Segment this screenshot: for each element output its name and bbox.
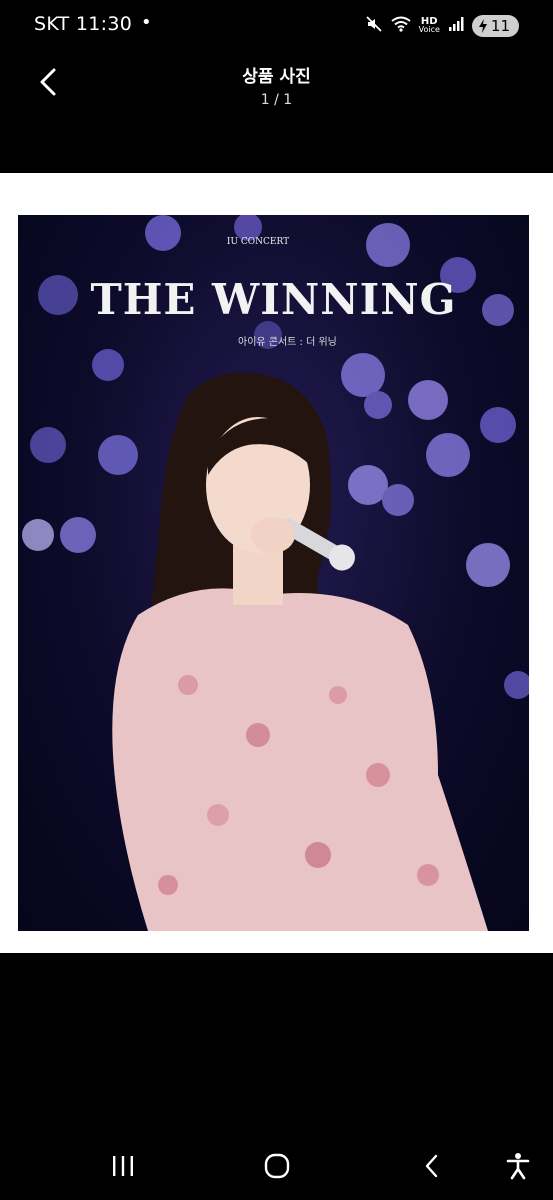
recent-apps-button[interactable] [103, 1148, 143, 1184]
mute-icon [365, 15, 383, 37]
poster-top-text: IU CONCERT [226, 237, 290, 247]
nav-back-icon [425, 1154, 438, 1178]
wifi-icon [390, 16, 411, 36]
header: 상품 사진 1 / 1 [0, 52, 553, 172]
carrier-time: SKT 11:30 [34, 13, 133, 35]
poster-title: THE WINNING [90, 275, 457, 324]
image-counter: 1 / 1 [260, 92, 293, 108]
home-icon [264, 1153, 290, 1179]
poster-subtitle: 아이유 콘서트 : 더 위닝 [238, 337, 337, 348]
image-viewer: IU CONCERT THE WINNING 아이유 콘서트 : 더 위닝 [0, 173, 553, 953]
battery-level: 11 [490, 17, 510, 35]
product-photo[interactable]: IU CONCERT THE WINNING 아이유 콘서트 : 더 위닝 [18, 215, 529, 931]
home-button[interactable] [257, 1148, 297, 1184]
accessibility-button[interactable] [498, 1148, 538, 1184]
charging-icon [478, 19, 487, 33]
system-nav-bar [0, 1130, 553, 1200]
notification-dot: • [141, 12, 152, 33]
hd-voice-icon: HD Voice [418, 16, 440, 34]
back-nav-button[interactable] [412, 1148, 452, 1184]
battery-indicator: 11 [471, 15, 519, 37]
accessibility-icon [506, 1153, 530, 1180]
page-title: 상품 사진 [242, 67, 311, 87]
recent-apps-icon [113, 1156, 133, 1176]
signal-icon [448, 16, 464, 36]
status-bar: SKT 11:30 • HD Voice 11 [0, 0, 553, 52]
